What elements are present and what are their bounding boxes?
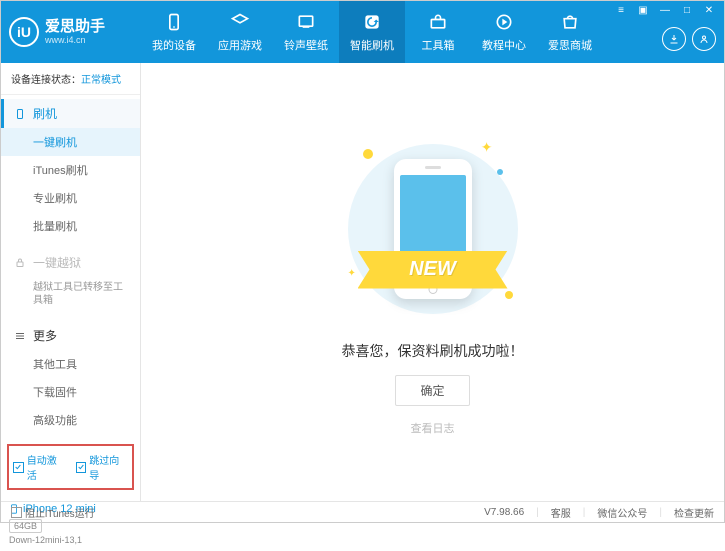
flash-options: 自动激活 跳过向导 <box>7 444 134 490</box>
nav-tabs: 我的设备 应用游戏 铃声壁纸 智能刷机 工具箱 教程中心 爱思商城 <box>141 1 603 63</box>
apps-icon <box>229 11 251 33</box>
nav-toolbox[interactable]: 工具箱 <box>405 1 471 63</box>
confirm-button[interactable]: 确定 <box>395 375 469 406</box>
toolbox-icon <box>427 11 449 33</box>
nav-tutorial[interactable]: 教程中心 <box>471 1 537 63</box>
sidebar-flash-header[interactable]: 刷机 <box>1 99 140 128</box>
app-url: www.i4.cn <box>45 35 105 45</box>
checkbox-block-itunes[interactable]: 阻止iTunes运行 <box>11 505 95 520</box>
wallpaper-icon <box>295 11 317 33</box>
sidebar-item-pro-flash[interactable]: 专业刷机 <box>1 184 140 212</box>
connection-status: 设备连接状态：正常模式 <box>1 63 140 95</box>
menu-icon[interactable]: ≡ <box>612 3 630 17</box>
sidebar-item-other-tools[interactable]: 其他工具 <box>1 350 140 378</box>
logo: iU 爱思助手 www.i4.cn <box>9 17 141 47</box>
nav-apps[interactable]: 应用游戏 <box>207 1 273 63</box>
nav-store[interactable]: 爱思商城 <box>537 1 603 63</box>
nav-wallpaper[interactable]: 铃声壁纸 <box>273 1 339 63</box>
checkbox-skip-guide[interactable]: 跳过向导 <box>76 452 129 482</box>
device-firmware: Down-12mini-13,1 <box>9 535 132 545</box>
check-update-link[interactable]: 检查更新 <box>674 505 714 520</box>
version-label: V7.98.66 <box>484 507 524 518</box>
phone-icon <box>163 11 185 33</box>
sidebar-item-batch-flash[interactable]: 批量刷机 <box>1 212 140 240</box>
success-illustration: ✦ ✦ NEW <box>333 129 533 329</box>
nav-my-device[interactable]: 我的设备 <box>141 1 207 63</box>
success-message: 恭喜您，保资料刷机成功啦！ <box>342 341 524 361</box>
skin-icon[interactable]: ▣ <box>634 3 652 17</box>
sidebar-item-download-firmware[interactable]: 下载固件 <box>1 378 140 406</box>
new-ribbon: NEW <box>358 251 508 289</box>
view-log-link[interactable]: 查看日志 <box>411 420 455 436</box>
list-icon <box>13 329 27 343</box>
jailbreak-note: 越狱工具已转移至工具箱 <box>1 277 140 313</box>
service-link[interactable]: 客服 <box>551 505 571 520</box>
main-content: ✦ ✦ NEW 恭喜您，保资料刷机成功啦！ 确定 查看日志 <box>141 63 724 501</box>
app-header: iU 爱思助手 www.i4.cn 我的设备 应用游戏 铃声壁纸 智能刷机 工具… <box>1 1 724 63</box>
checkbox-auto-activate[interactable]: 自动激活 <box>13 452 66 482</box>
download-button[interactable] <box>662 27 686 51</box>
store-icon <box>559 11 581 33</box>
sidebar: 设备连接状态：正常模式 刷机 一键刷机 iTunes刷机 专业刷机 批量刷机 一… <box>1 63 141 501</box>
logo-icon: iU <box>9 17 39 47</box>
phone-icon <box>13 107 27 121</box>
sidebar-more-header[interactable]: 更多 <box>1 321 140 350</box>
sidebar-item-oneclick-flash[interactable]: 一键刷机 <box>1 128 140 156</box>
refresh-icon <box>361 11 383 33</box>
wechat-link[interactable]: 微信公众号 <box>597 505 647 520</box>
sidebar-item-itunes-flash[interactable]: iTunes刷机 <box>1 156 140 184</box>
user-button[interactable] <box>692 27 716 51</box>
app-name: 爱思助手 <box>45 19 105 36</box>
sidebar-item-advanced[interactable]: 高级功能 <box>1 406 140 434</box>
nav-flash[interactable]: 智能刷机 <box>339 1 405 63</box>
lock-icon <box>13 256 27 270</box>
tutorial-icon <box>493 11 515 33</box>
sidebar-jailbreak-header: 一键越狱 <box>1 248 140 277</box>
device-storage: 64GB <box>9 519 42 533</box>
